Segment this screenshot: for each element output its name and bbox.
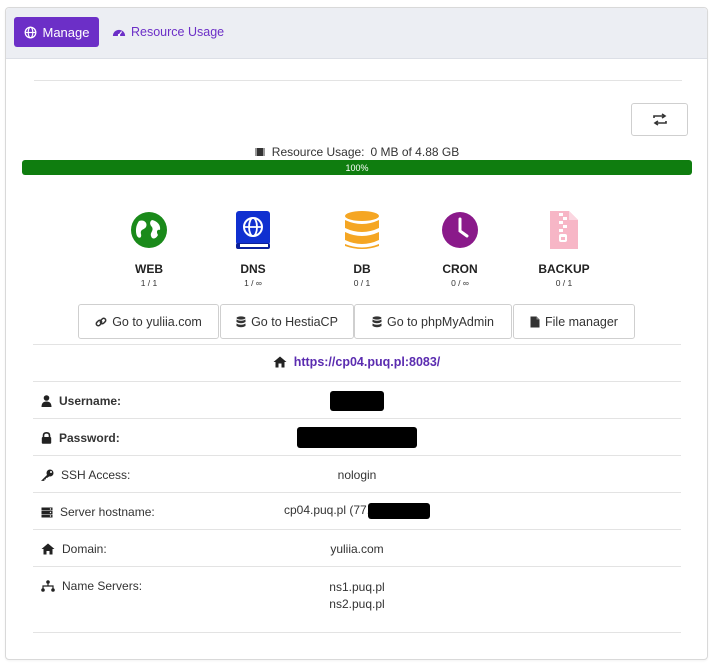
hostname-text: cp04.puq.pl (77. <box>283 503 371 518</box>
home-icon <box>273 356 287 368</box>
detail-row-domain: Domain: yuliia.com <box>33 529 681 566</box>
service-dns-name: DNS <box>240 262 266 276</box>
username-label: Username: <box>59 394 122 408</box>
refresh-button[interactable] <box>631 103 688 136</box>
domain-label: Domain: <box>62 542 107 556</box>
ssh-label-wrap: SSH Access: <box>41 468 130 482</box>
service-cron: CRON 0 / ∞ <box>420 208 500 288</box>
database-icon <box>345 211 379 249</box>
resource-usage-label: Resource Usage: 0 MB of 4.88 GB <box>6 145 707 159</box>
detail-row-hostname: Server hostname: cp04.puq.pl (77. <box>33 492 681 529</box>
domain-label-wrap: Domain: <box>41 542 107 556</box>
domain-value: yuliia.com <box>330 542 384 556</box>
panel-url-line: https://cp04.puq.pl:8083/ <box>6 355 707 369</box>
detail-row-password: Password: <box>33 418 681 455</box>
service-cron-count: 0 / ∞ <box>451 278 469 288</box>
hostname-value: cp04.puq.pl (77. <box>207 503 507 519</box>
usage-progress-bar: 100% <box>22 160 692 175</box>
database-icon <box>372 315 382 327</box>
service-db-name: DB <box>353 262 371 276</box>
refresh-icon <box>652 113 667 126</box>
clock-icon <box>442 212 478 248</box>
lock-icon <box>41 432 52 444</box>
ns2-value: ns2.puq.pl <box>329 597 385 611</box>
service-db: DB 0 / 1 <box>322 208 402 288</box>
hostname-label: Server hostname: <box>60 505 155 519</box>
ssh-value: nologin <box>337 468 377 482</box>
panel-url-link[interactable]: https://cp04.puq.pl:8083/ <box>294 355 441 369</box>
user-icon <box>41 395 52 407</box>
service-cron-name: CRON <box>442 262 478 276</box>
service-backup-count: 0 / 1 <box>555 278 573 288</box>
redacted-username <box>330 391 384 411</box>
password-label: Password: <box>59 431 120 445</box>
divider <box>33 632 681 633</box>
tab-manage-label: Manage <box>42 24 90 40</box>
password-value <box>207 427 507 448</box>
service-backup-name: BACKUP <box>538 262 590 276</box>
service-db-count: 0 / 1 <box>353 278 371 288</box>
service-dns-count: 1 / ∞ <box>244 278 262 288</box>
service-counters: WEB 1 / 1 DNS 1 / ∞ DB 0 / 1 CRON 0 / ∞ … <box>6 208 707 298</box>
usage-value: 0 MB of 4.88 GB <box>370 145 460 159</box>
username-label-wrap: Username: <box>41 394 121 408</box>
service-web-count: 1 / 1 <box>140 278 158 288</box>
go-to-hestiacp-button[interactable]: Go to HestiaCP <box>220 304 354 339</box>
memory-chip-icon <box>254 148 265 156</box>
ns1-value: ns1.puq.pl <box>329 580 385 594</box>
service-web: WEB 1 / 1 <box>109 208 189 288</box>
detail-row-username: Username: <box>33 381 681 418</box>
divider <box>33 344 681 345</box>
divider <box>34 80 682 81</box>
database-icon <box>236 315 246 327</box>
tab-resource-usage-label: Resource Usage <box>131 25 225 39</box>
go-to-hestiacp-label: Go to HestiaCP <box>251 314 338 329</box>
service-web-name: WEB <box>135 262 163 276</box>
go-to-phpmyadmin-label: Go to phpMyAdmin <box>387 314 494 329</box>
file-manager-label: File manager <box>545 314 618 329</box>
file-icon <box>530 316 540 327</box>
redacted-password <box>297 427 417 448</box>
go-to-phpmyadmin-button[interactable]: Go to phpMyAdmin <box>354 304 512 339</box>
tab-resource-usage[interactable]: Resource Usage <box>112 25 224 39</box>
tab-manage[interactable]: Manage <box>14 17 99 47</box>
detail-row-ssh: SSH Access: nologin <box>33 455 681 492</box>
ns-label: Name Servers: <box>62 579 143 593</box>
usage-label-text: Resource Usage: <box>271 145 365 159</box>
link-icon <box>95 317 107 326</box>
ns-label-wrap: Name Servers: <box>41 579 142 593</box>
sitemap-icon <box>41 580 55 592</box>
dns-book-icon <box>236 211 270 249</box>
gauge-icon <box>112 29 126 37</box>
service-backup: BACKUP 0 / 1 <box>524 208 604 288</box>
detail-row-name-servers: Name Servers: ns1.puq.pl ns2.puq.pl <box>33 566 681 632</box>
globe-icon <box>24 26 36 38</box>
tab-bar: Manage Resource Usage <box>6 8 707 59</box>
service-panel: Manage Resource Usage Resource Usage: 0 … <box>5 7 708 660</box>
file-zipper-icon <box>550 211 578 249</box>
home-icon <box>41 543 55 555</box>
redacted-ip <box>368 503 431 519</box>
file-manager-button[interactable]: File manager <box>513 304 635 339</box>
hostname-label-wrap: Server hostname: <box>41 505 155 519</box>
globe-icon <box>131 212 167 248</box>
usage-progress-fill: 100% <box>22 160 692 175</box>
key-icon <box>41 469 54 481</box>
go-to-site-label: Go to yuliia.com <box>112 314 202 329</box>
ns-values: ns1.puq.pl ns2.puq.pl <box>207 579 507 613</box>
username-value <box>207 391 507 411</box>
server-icon <box>41 507 53 517</box>
ssh-label: SSH Access: <box>61 468 131 482</box>
go-to-site-button[interactable]: Go to yuliia.com <box>78 304 219 339</box>
service-dns: DNS 1 / ∞ <box>213 208 293 288</box>
password-label-wrap: Password: <box>41 431 120 445</box>
